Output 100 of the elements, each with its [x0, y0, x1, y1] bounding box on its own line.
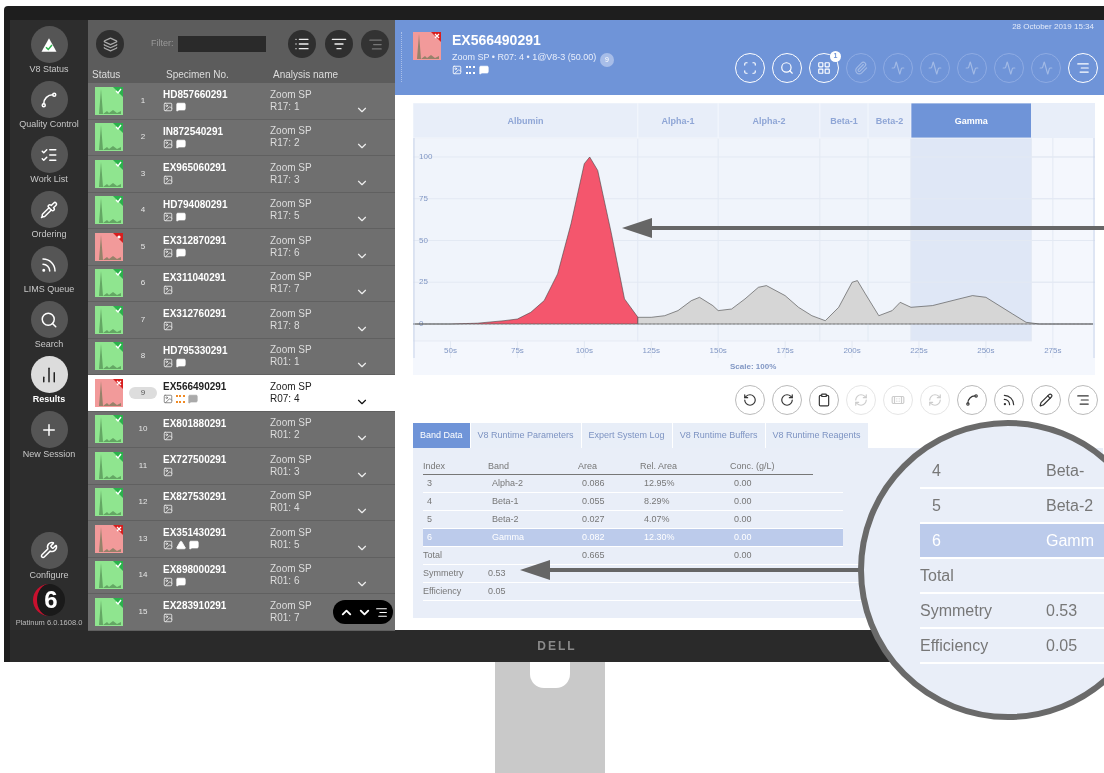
specimen-number: EX312760291 — [163, 308, 228, 321]
table-cell-text: Beta-2 — [492, 512, 520, 526]
band-row[interactable]: 4 Beta-1 0.055 8.29% 0.00 — [423, 493, 843, 511]
wave-icon — [1039, 61, 1053, 75]
column-header[interactable]: Status — [92, 67, 166, 82]
table-cell-text: 12.95% — [644, 476, 676, 490]
tab[interactable]: V8 Runtime Buffers — [672, 423, 766, 448]
bandage-icon — [891, 393, 905, 407]
spline-icon — [40, 90, 58, 109]
chart-icon — [40, 365, 58, 384]
table-cell-text: Alpha-2 — [492, 476, 525, 490]
row-number: 1 — [139, 94, 147, 107]
specimen-row[interactable]: 3 EX965060291 Zoom SP R17: 3 — [88, 156, 395, 193]
run-position: R17: 5 — [270, 210, 301, 223]
x-tick-label: 100s — [575, 346, 593, 355]
specimen-number: EX898000291 — [163, 563, 228, 576]
x-tick-label: 50s — [444, 346, 457, 355]
sidebar-item[interactable]: LIMS Queue — [11, 246, 87, 301]
tab[interactable]: V8 Runtime Reagents — [765, 423, 869, 448]
row-number: 6 — [139, 277, 147, 290]
spline-icon — [965, 393, 979, 407]
tab[interactable]: Expert System Log — [581, 423, 673, 448]
specimen-number: HD857660291 — [163, 89, 229, 102]
feed-icon — [40, 255, 58, 274]
table-cell-text: Beta-1 — [492, 494, 520, 508]
table-cell-text: Gamma — [492, 530, 525, 544]
band-row[interactable]: 3 Alpha-2 0.086 12.95% 0.00 — [423, 475, 843, 493]
table-cell-text: 0.05 — [1046, 635, 1078, 656]
sidebar-item[interactable]: Work List — [11, 136, 87, 191]
table-cell-text: 12.30% — [644, 530, 676, 544]
band-tab[interactable]: Gamma — [910, 103, 1032, 139]
clipboard-icon — [817, 393, 831, 407]
sidebar-item[interactable]: Search — [11, 301, 87, 356]
specimen-row[interactable]: 2 IN872540291 Zoom SP R17: 2 — [88, 119, 395, 156]
specimen-row[interactable]: 7 EX312760291 Zoom SP R17: 8 — [88, 302, 395, 339]
specimen-number: EX283910291 — [163, 600, 228, 613]
row-number: 14 — [137, 569, 149, 582]
sidebar-item[interactable]: Ordering — [11, 191, 87, 246]
specimen-row[interactable]: 9 EX566490291 Zoom SP R07: 4 — [88, 375, 395, 412]
wave-icon — [928, 61, 942, 75]
analysis-name: Zoom SP — [270, 490, 312, 503]
specimen-row[interactable]: 12 EX827530291 Zoom SP R01: 4 — [88, 484, 395, 521]
tab[interactable]: Band Data — [413, 423, 471, 448]
wave-icon — [1002, 61, 1016, 75]
x-tick-label: 200s — [843, 346, 861, 355]
date-time: 28 October 2019 15:34 — [1012, 21, 1094, 33]
table-cell-text: 0.665 — [582, 548, 606, 562]
row-number: 12 — [137, 496, 149, 509]
specimen-row[interactable]: 5 EX312870291 Zoom SP R17: 6 — [88, 229, 395, 266]
pipette-icon — [40, 200, 58, 219]
run-position: R01: 5 — [270, 538, 301, 551]
column-header[interactable]: Specimen No. — [166, 67, 273, 82]
row-number: 8 — [139, 350, 147, 363]
run-position: R01: 2 — [270, 429, 301, 442]
column-header: Conc. (g/L) — [730, 460, 776, 473]
row-number: 5 — [139, 240, 147, 253]
specimen-row[interactable]: 1 HD857660291 Zoom SP R17: 1 — [88, 83, 395, 120]
row-number: 9 — [129, 386, 157, 399]
specimen-row[interactable]: 10 EX801880291 Zoom SP R01: 2 — [88, 411, 395, 448]
analysis-name: Zoom SP — [270, 125, 312, 138]
sidebar-item[interactable]: New Session — [11, 411, 87, 466]
frame-icon — [743, 61, 757, 75]
x-tick-label: 275s — [1044, 346, 1062, 355]
row-number: 4 — [139, 204, 147, 217]
specimen-row[interactable]: 13 EX351430291 Zoom SP R01: 5 — [88, 521, 395, 558]
column-header[interactable]: Analysis name — [273, 67, 339, 82]
table-cell-text: Total — [920, 565, 955, 586]
run-position: R17: 6 — [270, 246, 301, 259]
run-position: R17: 8 — [270, 319, 301, 332]
band-label: Gamma — [954, 116, 989, 126]
redo-icon — [780, 393, 794, 407]
specimen-number: EX801880291 — [163, 417, 228, 430]
y-tick-label: 25 — [419, 277, 428, 287]
filter-field[interactable] — [178, 36, 266, 52]
specimen-row[interactable]: 4 HD794080291 Zoom SP R17: 5 — [88, 192, 395, 229]
specimen-row[interactable]: 6 EX311040291 Zoom SP R17: 7 — [88, 265, 395, 302]
run-position: R17: 1 — [270, 100, 301, 113]
table-cell-text: 0.00 — [734, 548, 752, 562]
sidebar-item[interactable]: Quality Control — [11, 81, 87, 136]
sidebar-item[interactable]: V8 Status — [11, 26, 87, 81]
list-view-button[interactable] — [288, 30, 316, 58]
table-cell-text: 5 — [932, 495, 942, 516]
menu-button[interactable] — [361, 30, 389, 58]
filter-button[interactable] — [325, 30, 353, 58]
table-cell-text: 0.00 — [734, 494, 753, 508]
stat-label: Efficiency — [423, 584, 463, 598]
sidebar-item[interactable]: Results — [11, 356, 87, 411]
configure-button[interactable]: Configure — [11, 531, 87, 582]
tab[interactable]: V8 Runtime Parameters — [470, 423, 582, 448]
run-position: R07: 4 — [270, 392, 301, 405]
analysis-name: Zoom SP — [270, 198, 312, 211]
specimen-number: EX311040291 — [163, 271, 227, 284]
stack-button[interactable] — [96, 30, 124, 58]
specimen-row[interactable]: 11 EX727500291 Zoom SP R01: 3 — [88, 448, 395, 485]
menu-icon[interactable] — [374, 605, 388, 619]
band-label: Beta-1 — [830, 116, 858, 126]
analysis-name: Zoom SP — [270, 234, 312, 247]
x-tick-label: 175s — [776, 346, 794, 355]
row-number: 13 — [137, 532, 149, 545]
specimen-row[interactable]: 14 EX898000291 Zoom SP R01: 6 — [88, 557, 395, 594]
